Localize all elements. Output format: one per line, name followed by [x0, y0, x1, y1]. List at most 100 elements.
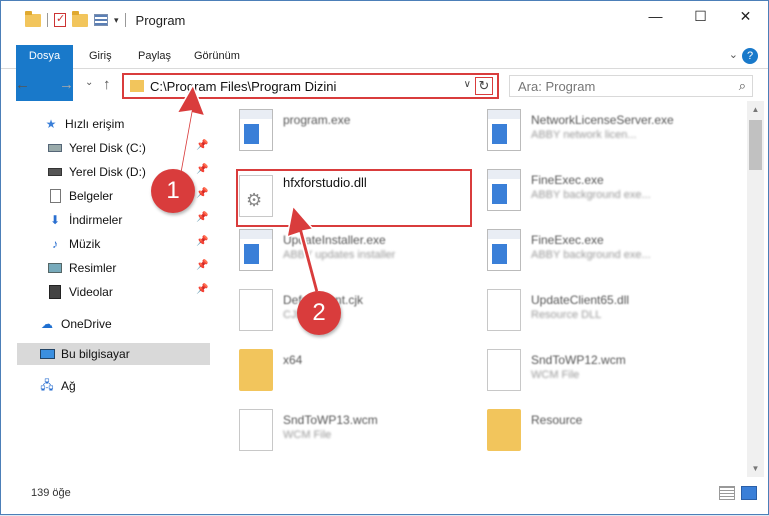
- pin-icon[interactable]: 📌: [196, 164, 208, 175]
- sidebar-item-documents[interactable]: Belgeler: [47, 185, 113, 207]
- file-description: WCM File: [531, 369, 580, 381]
- maximize-button[interactable]: ☐: [678, 1, 723, 31]
- forward-arrow-icon[interactable]: →: [59, 76, 74, 93]
- tab-home[interactable]: Giriş: [89, 45, 112, 68]
- chevron-down-icon[interactable]: ⌄: [729, 48, 738, 61]
- video-icon: [47, 285, 63, 299]
- file-description: WCM File: [283, 429, 332, 441]
- chevron-down-icon[interactable]: ▾: [114, 15, 119, 26]
- file-item[interactable]: UpdateInstaller.exe ABBY updates install…: [217, 221, 467, 277]
- item-count: 139 öğe: [31, 487, 71, 499]
- refresh-icon[interactable]: ↻: [475, 77, 493, 95]
- tab-view[interactable]: Görünüm: [194, 45, 240, 68]
- file-name: UpdateInstaller.exe: [283, 233, 386, 247]
- file-name: FineExec.exe: [531, 233, 604, 247]
- scrollbar-thumb[interactable]: [749, 120, 762, 170]
- help-icon[interactable]: ?: [742, 48, 758, 64]
- drive-icon: [47, 141, 63, 155]
- sidebar-item-label: Hızlı erişim: [65, 117, 125, 131]
- title-bar: ▾ Program — ☐ ✕: [1, 1, 768, 39]
- search-icon[interactable]: ⌕: [739, 78, 746, 94]
- file-item[interactable]: FineExec.exe ABBY background exe...: [465, 221, 715, 277]
- vertical-scrollbar[interactable]: ▲ ▼: [747, 101, 764, 477]
- search-placeholder: Ara: Program: [518, 78, 596, 94]
- list-view-icon[interactable]: [94, 14, 108, 26]
- back-arrow-icon[interactable]: ←: [15, 76, 30, 93]
- pin-icon[interactable]: 📌: [196, 140, 208, 151]
- sidebar-item-videos[interactable]: Videolar: [47, 281, 113, 303]
- large-icons-view-icon[interactable]: [741, 486, 757, 500]
- file-item[interactable]: NetworkLicenseServer.exe ABBY network li…: [465, 101, 715, 157]
- exe-file-icon: [487, 229, 521, 271]
- sidebar-item-label: İndirmeler: [69, 213, 123, 227]
- search-input[interactable]: Ara: Program ⌕: [509, 75, 753, 97]
- sidebar-item-this-pc[interactable]: Bu bilgisayar: [17, 343, 210, 365]
- navigation-pane: ★ Hızlı erişim Yerel Disk (C:) 📌 Yerel D…: [1, 107, 215, 477]
- properties-check-icon[interactable]: [54, 12, 66, 27]
- sidebar-item-label: Müzik: [69, 237, 101, 251]
- sidebar-item-label: Videolar: [69, 285, 113, 299]
- file-item[interactable]: DefaultFont.cjk CJK File: [217, 281, 467, 337]
- details-view-icon[interactable]: [719, 486, 735, 500]
- sidebar-item-onedrive[interactable]: ☁ OneDrive: [39, 313, 112, 335]
- explorer-window: ▾ Program — ☐ ✕ Dosya Giriş Paylaş Görün…: [0, 0, 769, 515]
- file-item[interactable]: Resource: [465, 401, 715, 457]
- file-item[interactable]: x64: [217, 341, 467, 397]
- pin-icon[interactable]: 📌: [196, 212, 208, 223]
- sidebar-item-local-disk-d[interactable]: Yerel Disk (D:): [47, 161, 146, 183]
- minimize-button[interactable]: —: [633, 1, 678, 31]
- file-item[interactable]: UpdateClient65.dll Resource DLL: [465, 281, 715, 337]
- folder-icon: [239, 349, 273, 391]
- address-bar[interactable]: C:\Program Files\Program Dizini ∨ ↻: [122, 73, 499, 99]
- sidebar-item-music[interactable]: ♪ Müzik: [47, 233, 100, 255]
- file-list: program.exe NetworkLicenseServer.exe ABB…: [217, 101, 747, 477]
- step-1-badge: 1: [151, 169, 195, 213]
- file-description: ABBY updates installer: [283, 249, 396, 261]
- file-item[interactable]: SndToWP13.wcm WCM File: [217, 401, 467, 457]
- music-icon: ♪: [52, 237, 58, 251]
- folder-icon: [487, 409, 521, 451]
- file-item[interactable]: program.exe: [217, 101, 467, 157]
- exe-file-icon: [239, 109, 273, 151]
- file-icon: [487, 289, 521, 331]
- file-name: FineExec.exe: [531, 173, 604, 187]
- sidebar-item-quick-access[interactable]: ★ Hızlı erişim: [43, 113, 125, 135]
- sidebar-item-pictures[interactable]: Resimler: [47, 257, 116, 279]
- up-arrow-icon[interactable]: ↑: [103, 76, 111, 93]
- sidebar-item-label: Bu bilgisayar: [61, 347, 130, 361]
- pin-icon[interactable]: 📌: [196, 284, 208, 295]
- chevron-down-icon[interactable]: ∨: [464, 79, 471, 90]
- tab-share[interactable]: Paylaş: [138, 45, 171, 68]
- pin-icon[interactable]: 📌: [196, 236, 208, 247]
- file-name: NetworkLicenseServer.exe: [531, 113, 674, 127]
- quick-access-toolbar: ▾: [1, 10, 126, 27]
- file-name: x64: [283, 353, 303, 367]
- sidebar-item-local-disk-c[interactable]: Yerel Disk (C:): [47, 137, 146, 159]
- address-path[interactable]: C:\Program Files\Program Dizini: [150, 79, 336, 94]
- recent-locations-icon[interactable]: ⌄: [85, 77, 93, 88]
- file-name: SndToWP12.wcm: [531, 353, 626, 367]
- file-item[interactable]: SndToWP12.wcm WCM File: [465, 341, 715, 397]
- pin-icon[interactable]: 📌: [196, 188, 208, 199]
- file-item[interactable]: FineExec.exe ABBY background exe...: [465, 161, 715, 217]
- file-icon: [487, 349, 521, 391]
- sidebar-item-downloads[interactable]: ⬇ İndirmeler: [47, 209, 122, 231]
- sidebar-item-label: Yerel Disk (D:): [69, 165, 146, 179]
- download-icon: ⬇: [49, 213, 61, 227]
- navigation-bar: ← → ⌄ ↑ C:\Program Files\Program Dizini …: [1, 73, 768, 99]
- close-button[interactable]: ✕: [723, 1, 768, 31]
- scroll-down-icon[interactable]: ▼: [747, 460, 764, 477]
- file-name: program.exe: [283, 113, 351, 127]
- new-folder-icon[interactable]: [72, 10, 88, 27]
- folder-icon: [25, 10, 41, 27]
- sidebar-item-network[interactable]: 🖧 Ağ: [39, 375, 75, 397]
- file-description: Resource DLL: [531, 309, 602, 321]
- toolbar-separator: [47, 13, 48, 27]
- scroll-up-icon[interactable]: ▲: [747, 101, 764, 118]
- status-bar: 139 öğe: [1, 483, 768, 505]
- sidebar-item-label: Resimler: [69, 261, 117, 275]
- pin-icon[interactable]: 📌: [196, 260, 208, 271]
- file-icon: [239, 289, 273, 331]
- file-name: Resource: [531, 413, 583, 427]
- sidebar-item-label: Yerel Disk (C:): [69, 141, 146, 155]
